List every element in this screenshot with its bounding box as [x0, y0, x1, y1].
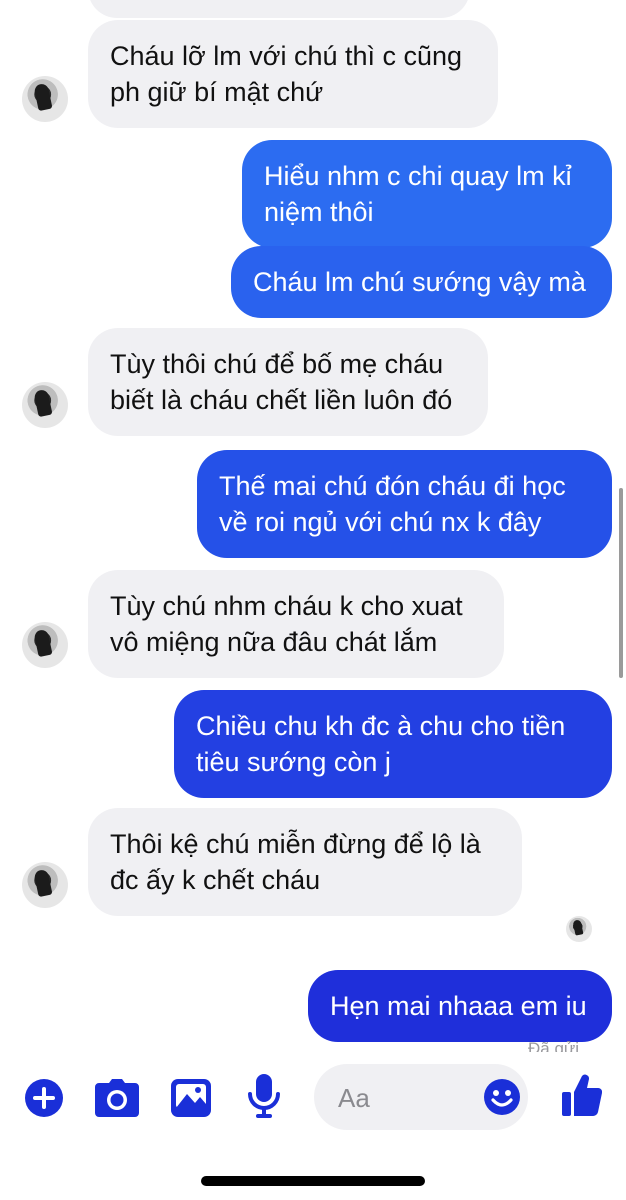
seen-indicator-avatar [566, 916, 592, 942]
contact-avatar[interactable] [22, 76, 68, 122]
message-text: Cháu lm chú sướng vậy mà [253, 267, 586, 297]
incoming-message-bubble[interactable]: Tùy thôi chú để bố mẹ cháu biết là cháu … [88, 328, 488, 436]
plus-icon[interactable] [24, 1078, 64, 1123]
message-text: Hiểu nhm c chi quay lm kỉ niệm thôi [264, 161, 572, 227]
message-input[interactable] [336, 1078, 490, 1118]
incoming-message-bubble[interactable]: Cháu lỡ lm với chú thì c cũng ph giữ bí … [88, 20, 498, 128]
scrollbar[interactable] [619, 488, 623, 678]
message-text: Tùy chú nhm cháu k cho xuat vô miệng nữa… [110, 591, 463, 657]
message-text: Thôi kệ chú miễn đừng để lộ là đc ấy k c… [110, 829, 481, 895]
message-text: Chiều chu kh đc à chu cho tiền tiêu sướn… [196, 711, 566, 777]
message-text: Cháu lỡ lm với chú thì c cũng ph giữ bí … [110, 41, 463, 107]
home-indicator[interactable] [201, 1176, 425, 1186]
message-text: Hẹn mai nhaaa em iu [330, 991, 587, 1021]
outgoing-message-bubble[interactable]: Hiểu nhm c chi quay lm kỉ niệm thôi [242, 140, 612, 248]
delivery-status: Đã gửi [528, 1039, 580, 1052]
contact-avatar[interactable] [22, 622, 68, 668]
contact-avatar[interactable] [22, 862, 68, 908]
gallery-icon[interactable] [171, 1079, 211, 1122]
incoming-message-bubble[interactable]: Thôi kệ chú miễn đừng để lộ là đc ấy k c… [88, 808, 522, 916]
incoming-message-bubble[interactable]: Tùy chú nhm cháu k cho xuat vô miệng nữa… [88, 570, 504, 678]
contact-avatar[interactable] [22, 382, 68, 428]
outgoing-message-bubble[interactable]: Cháu lm chú sướng vậy mà [231, 246, 612, 318]
message-text: Thế mai chú đón cháu đi học về roi ngủ v… [219, 471, 566, 537]
outgoing-message-bubble[interactable]: Chiều chu kh đc à chu cho tiền tiêu sướn… [174, 690, 612, 798]
microphone-icon[interactable] [248, 1074, 280, 1125]
outgoing-message-bubble[interactable]: Thế mai chú đón cháu đi học về roi ngủ v… [197, 450, 612, 558]
outgoing-message-bubble[interactable]: Hẹn mai nhaaa em iu [308, 970, 612, 1042]
emoji-icon[interactable] [483, 1078, 521, 1121]
incoming-message-bubble-clipped[interactable] [88, 0, 470, 18]
message-text: Tùy thôi chú để bố mẹ cháu biết là cháu … [110, 349, 453, 415]
thumbs-up-icon[interactable] [562, 1074, 603, 1121]
camera-icon[interactable] [95, 1079, 139, 1122]
